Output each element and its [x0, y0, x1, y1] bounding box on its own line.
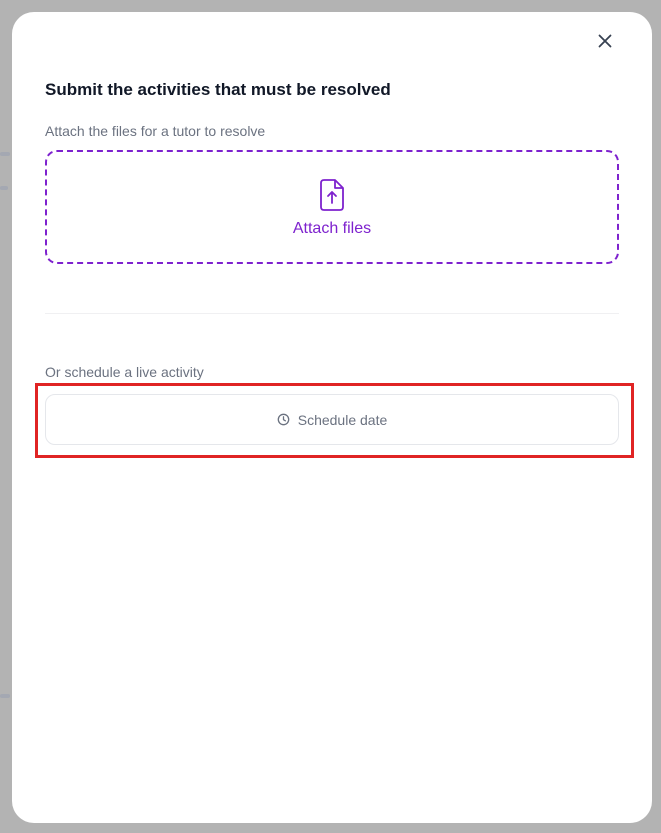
section-divider	[45, 313, 619, 314]
file-upload-icon	[320, 179, 344, 211]
clock-icon	[277, 413, 290, 426]
background-fragment	[0, 694, 10, 698]
background-fragment	[0, 186, 8, 190]
schedule-activity-label: Or schedule a live activity	[45, 364, 204, 380]
schedule-date-button[interactable]: Schedule date	[45, 394, 619, 445]
attach-files-dropzone[interactable]: Attach files	[45, 150, 619, 264]
background-fragment	[0, 152, 10, 156]
schedule-date-button-label: Schedule date	[297, 411, 388, 428]
submit-activities-modal: Submit the activities that must be resol…	[12, 12, 652, 823]
close-button[interactable]	[594, 30, 616, 52]
close-icon	[598, 34, 612, 48]
attach-files-label: Attach the files for a tutor to resolve	[45, 123, 266, 139]
modal-title: Submit the activities that must be resol…	[45, 80, 391, 99]
attach-files-button-label: Attach files	[292, 220, 372, 237]
